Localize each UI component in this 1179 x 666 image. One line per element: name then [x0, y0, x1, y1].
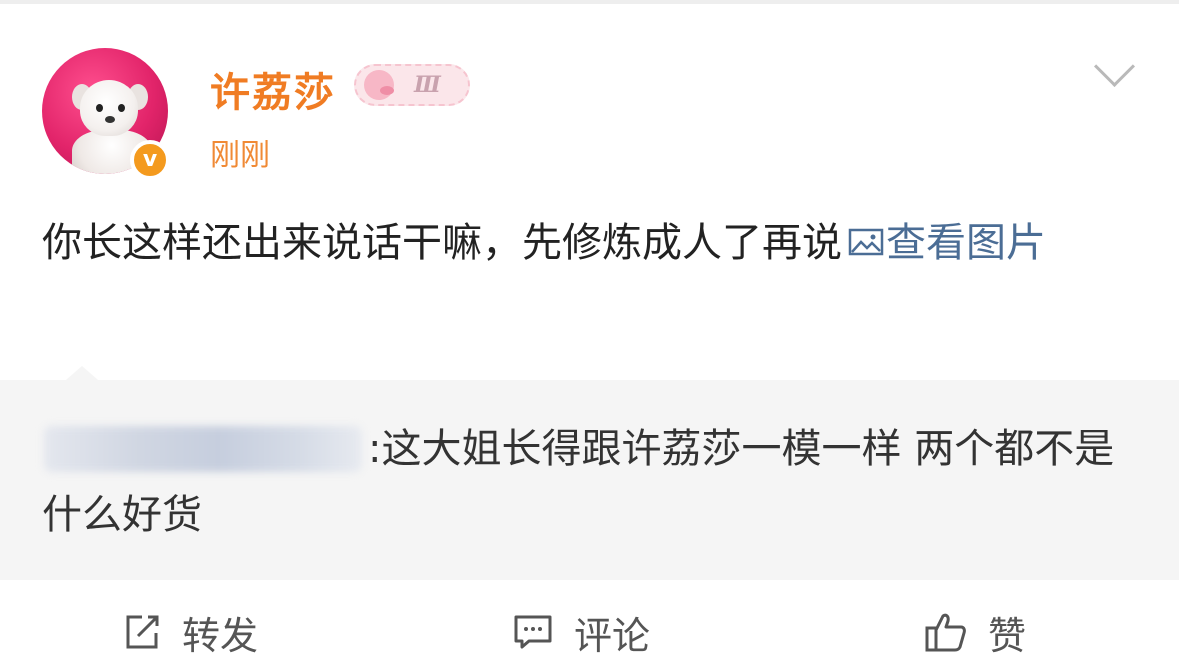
like-button[interactable]: 赞	[924, 610, 1026, 658]
comment-button[interactable]: 评论	[512, 610, 650, 658]
like-label: 赞	[988, 613, 1027, 658]
chevron-down-icon[interactable]	[1093, 45, 1136, 88]
view-image-link[interactable]: 查看图片	[842, 220, 1046, 266]
repost-label: 转发	[182, 613, 259, 658]
thumbs-up-icon	[925, 613, 966, 652]
member-level: Ⅲ	[414, 72, 441, 98]
repost-text: :这大姐长得跟许荔莎一模一样 两个都不是什么好货	[42, 426, 1115, 538]
comment-icon	[514, 615, 552, 649]
repost-button[interactable]: 转发	[122, 610, 258, 658]
share-icon	[126, 615, 159, 649]
top-divider	[0, 0, 1179, 4]
image-icon	[848, 228, 884, 256]
post-text-container: 你长这样还出来说话干嘛，先修炼成人了再说 查看图片	[42, 208, 1142, 278]
pig-icon	[364, 70, 394, 100]
action-bar: 转发 评论 赞	[0, 582, 1179, 666]
repost-pointer	[66, 366, 98, 380]
post-timestamp: 刚刚	[210, 138, 270, 173]
member-level-badge[interactable]: Ⅲ	[354, 64, 470, 106]
post-text: 你长这样还出来说话干嘛，先修炼成人了再说	[42, 220, 842, 266]
username[interactable]: 许荔莎	[210, 60, 336, 118]
comment-label: 评论	[574, 613, 651, 658]
view-image-label: 查看图片	[886, 220, 1046, 266]
verified-badge-icon: v	[130, 140, 170, 180]
